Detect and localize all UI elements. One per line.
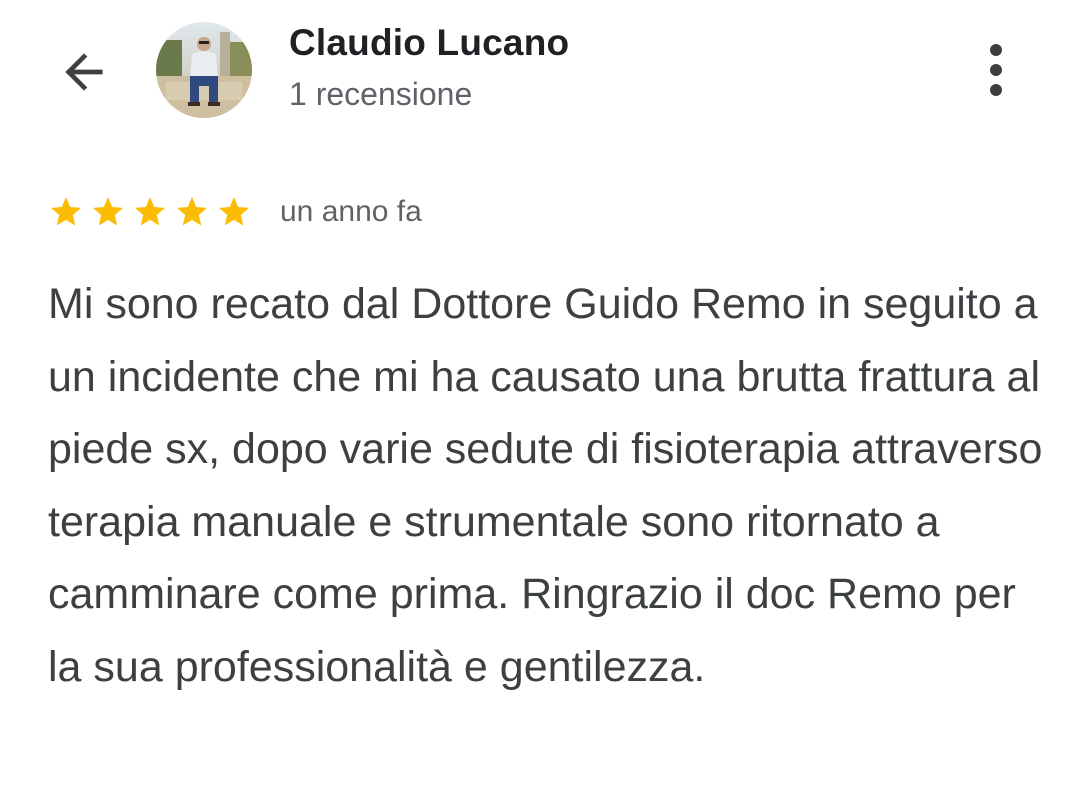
star-icon [135, 197, 165, 226]
more-vert-icon [990, 44, 1002, 96]
arrow-back-icon [65, 53, 103, 91]
star-icon [219, 197, 249, 226]
more-options-button[interactable] [968, 38, 1024, 102]
review-header: Claudio Lucano 1 recensione [0, 0, 1080, 140]
reviewer-name[interactable]: Claudio Lucano [289, 22, 569, 64]
back-button[interactable] [48, 36, 120, 108]
review-count: 1 recensione [289, 76, 473, 112]
star-icon [51, 197, 81, 226]
star-icon [177, 197, 207, 226]
review-date: un anno fa [280, 195, 422, 228]
star-rating [48, 194, 258, 230]
star-icon [93, 197, 123, 226]
rating-row: un anno fa [48, 190, 422, 234]
avatar[interactable] [156, 22, 252, 118]
review-text: Mi sono recato dal Dottore Guido Remo in… [48, 280, 1043, 691]
